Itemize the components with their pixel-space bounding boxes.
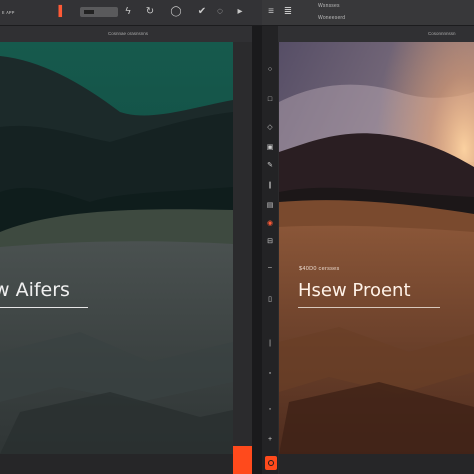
left-panel-header: Cosnnae orasnsnns bbox=[0, 26, 252, 42]
left-overlay-title: w Aifers bbox=[0, 279, 70, 301]
right-overlay-title: Hsew Proent bbox=[298, 280, 411, 301]
vertical-scrollbar[interactable] bbox=[252, 26, 262, 474]
brush-icon[interactable]: ∥ bbox=[266, 182, 274, 190]
right-landscape-image bbox=[279, 42, 474, 454]
timeline-marker[interactable] bbox=[233, 446, 252, 474]
right-preview-panel[interactable]: $40D0 cersses Hsew Proent bbox=[279, 42, 474, 454]
square-icon[interactable]: □ bbox=[266, 96, 274, 104]
tool-strip: ○ □ ◇ ▣ ✎ ∥ ▤ ◉ ⊟ – ▯ | ▫ ◦ + bbox=[262, 26, 278, 474]
sliders-icon[interactable]: ⊟ bbox=[266, 238, 274, 246]
flash-icon[interactable]: ϟ bbox=[122, 6, 134, 18]
dash-icon[interactable]: – bbox=[266, 264, 274, 272]
eye-icon[interactable]: ◌ bbox=[214, 6, 226, 18]
info-icon[interactable]: ◯ bbox=[170, 6, 182, 18]
record-button[interactable] bbox=[265, 456, 277, 470]
right-panel-title: Cosonnnnssn bbox=[428, 31, 456, 36]
left-landscape-image bbox=[0, 42, 233, 454]
top-toolbar-left: ᴇ ᴀᴘᴘ ▌ ϟ ↻ ◯ ✔ ◌ ▸ bbox=[0, 0, 262, 26]
split-icon[interactable]: ≡ bbox=[264, 6, 278, 18]
top-toolbar-right: ≡ ≣ Wsnsses Woneeserd bbox=[262, 0, 474, 26]
leaf-icon[interactable]: ✔ bbox=[196, 6, 208, 18]
record-icon bbox=[268, 460, 274, 466]
left-panel-title: Cosnnae orasnsnns bbox=[108, 31, 149, 36]
right-bottom-bar bbox=[279, 454, 474, 474]
plus-icon[interactable]: + bbox=[266, 436, 274, 444]
circle-icon[interactable]: ○ bbox=[266, 66, 274, 74]
left-preview-panel[interactable]: w Aifers bbox=[0, 42, 233, 454]
diamond-icon[interactable]: ◇ bbox=[266, 124, 274, 132]
copy-icon[interactable]: ▣ bbox=[266, 144, 274, 152]
mini-circle-icon[interactable]: ◦ bbox=[266, 406, 274, 414]
right-title-underline bbox=[298, 307, 440, 308]
left-title-underline bbox=[0, 307, 88, 308]
field-marker bbox=[84, 10, 94, 14]
toolbar-label-top: Wsnsses bbox=[318, 3, 340, 9]
pen-icon[interactable]: ✎ bbox=[266, 162, 274, 170]
hand-icon[interactable]: ▯ bbox=[266, 296, 274, 304]
app-label: ᴇ ᴀᴘᴘ bbox=[2, 10, 15, 16]
line-icon[interactable]: | bbox=[266, 340, 274, 348]
menu-icon[interactable]: ≣ bbox=[282, 6, 294, 18]
flag-icon: ▌ bbox=[58, 6, 66, 17]
toolbar-search-field[interactable] bbox=[80, 7, 118, 17]
right-panel-header: Cosonnnnssn bbox=[278, 26, 474, 42]
toolbar-label-bottom: Woneeserd bbox=[318, 15, 346, 21]
expand-icon[interactable]: ▸ bbox=[234, 6, 246, 18]
grid-icon[interactable]: ▤ bbox=[266, 202, 274, 210]
panel-gutter bbox=[233, 42, 252, 474]
right-caption: $40D0 cersses bbox=[299, 266, 340, 272]
left-bottom-bar bbox=[0, 454, 233, 474]
mini-square-icon[interactable]: ▫ bbox=[266, 370, 274, 378]
cycle-icon[interactable]: ↻ bbox=[144, 6, 156, 18]
target-icon[interactable]: ◉ bbox=[266, 220, 274, 228]
